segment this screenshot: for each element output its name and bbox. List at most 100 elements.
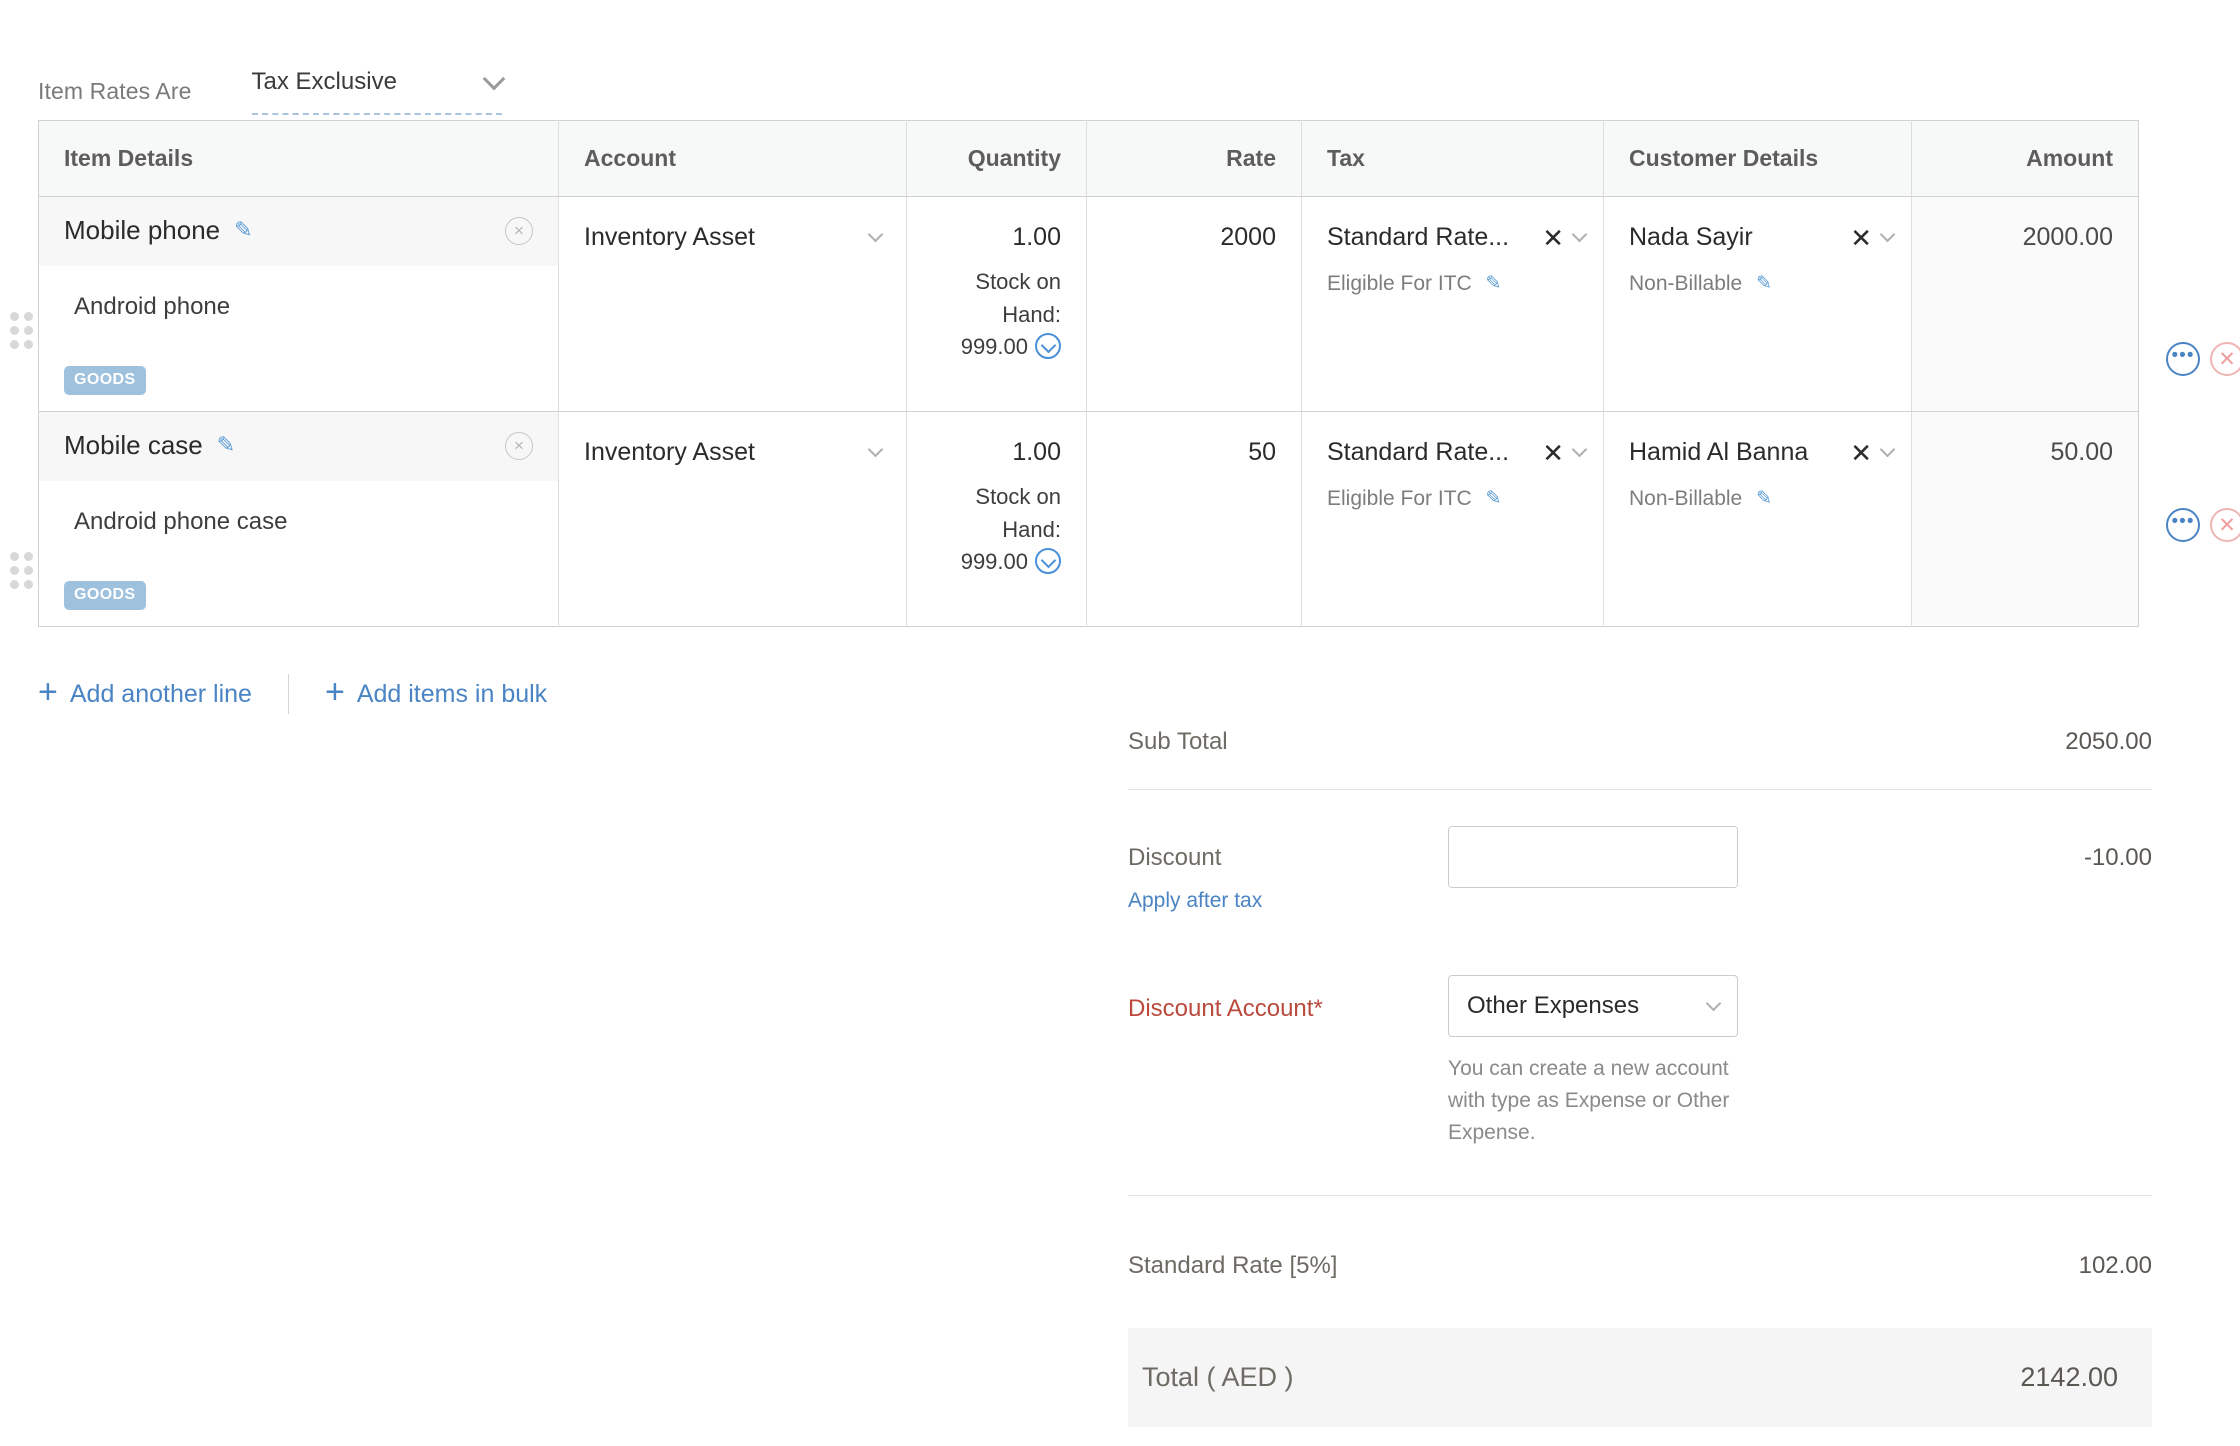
customer-value: Nada Sayir <box>1629 223 1844 252</box>
tax-field: Standard Rate... ✕ Eligible For ITC ✎ <box>1302 412 1603 511</box>
customer-select[interactable]: Hamid Al Banna ✕ <box>1629 438 1893 467</box>
tax-summary-label: Standard Rate [5%] <box>1128 1252 1337 1280</box>
item-name-field[interactable]: Mobile phone ✎ × <box>39 197 558 266</box>
edit-pencil-icon[interactable]: ✎ <box>234 217 252 243</box>
row-more-icon[interactable]: ••• <box>2166 508 2200 542</box>
discount-account-select[interactable]: Other Expenses <box>1448 975 1738 1037</box>
quantity-value: 1.00 <box>922 223 1061 252</box>
stock-value-line: 999.00 <box>922 546 1061 579</box>
chevron-down-icon <box>482 67 505 90</box>
apply-after-tax-link[interactable]: Apply after tax <box>1128 889 1448 913</box>
clear-tax-icon[interactable]: ✕ <box>1542 225 1564 251</box>
discount-account-group: Other Expenses You can create a new acco… <box>1448 975 1738 1149</box>
line-items-table-wrapper: ••• ✕ ••• ✕ Item Details Account Quantit… <box>38 120 2138 627</box>
drag-handle-row-1[interactable] <box>10 312 32 349</box>
item-name-field[interactable]: Mobile case ✎ × <box>39 412 558 481</box>
customer-subline[interactable]: Non-Billable ✎ <box>1629 272 1893 296</box>
stock-value-line: 999.00 <box>922 331 1061 364</box>
chevron-down-icon <box>1706 995 1722 1011</box>
edit-pencil-icon[interactable]: ✎ <box>1486 272 1502 295</box>
add-another-line-button[interactable]: + Add another line <box>38 677 252 711</box>
remove-item-icon[interactable]: × <box>505 217 533 245</box>
stock-label-line1: Stock on <box>922 266 1061 299</box>
edit-pencil-icon[interactable]: ✎ <box>1756 272 1772 295</box>
discount-input-group: AED <box>1448 826 1738 888</box>
cell-tax: Standard Rate... ✕ Eligible For ITC ✎ <box>1302 197 1604 412</box>
add-items-in-bulk-label: Add items in bulk <box>357 680 547 709</box>
rate-field[interactable]: 50 <box>1087 412 1301 467</box>
plus-icon: + <box>325 675 345 709</box>
cell-amount: 50.00 <box>1912 412 2139 627</box>
drag-handle-row-2[interactable] <box>10 552 32 589</box>
chevron-down-icon <box>868 227 884 243</box>
discount-row: Discount Apply after tax AED -10.00 <box>1128 826 2152 913</box>
customer-subline[interactable]: Non-Billable ✎ <box>1629 487 1893 511</box>
row-delete-icon[interactable]: ✕ <box>2210 342 2240 376</box>
discount-input[interactable] <box>1449 827 1738 887</box>
cell-quantity: 1.00 Stock on Hand: 999.00 <box>907 197 1087 412</box>
account-select[interactable]: Inventory Asset <box>559 412 906 467</box>
row-more-icon[interactable]: ••• <box>2166 342 2200 376</box>
remove-item-icon[interactable]: × <box>505 432 533 460</box>
stock-on-hand: Stock on Hand: 999.00 <box>922 266 1061 364</box>
tax-itc-label: Eligible For ITC <box>1327 272 1472 295</box>
customer-field: Hamid Al Banna ✕ Non-Billable ✎ <box>1604 412 1911 511</box>
rate-field[interactable]: 2000 <box>1087 197 1301 252</box>
cell-customer-details: Hamid Al Banna ✕ Non-Billable ✎ <box>1604 412 1912 627</box>
customer-select[interactable]: Nada Sayir ✕ <box>1629 223 1893 252</box>
clear-customer-icon[interactable]: ✕ <box>1850 440 1872 466</box>
tax-select[interactable]: Standard Rate... ✕ <box>1327 223 1585 252</box>
customer-value: Hamid Al Banna <box>1629 438 1844 467</box>
total-value: 2142.00 <box>2020 1362 2118 1393</box>
divider <box>1128 1195 2152 1196</box>
stock-expand-icon[interactable] <box>1035 548 1061 574</box>
add-items-in-bulk-button[interactable]: + Add items in bulk <box>325 677 547 711</box>
tax-select[interactable]: Standard Rate... ✕ <box>1327 438 1585 467</box>
tax-summary-row: Standard Rate [5%] 102.00 <box>1128 1252 2152 1280</box>
account-select[interactable]: Inventory Asset <box>559 197 906 252</box>
tax-subline[interactable]: Eligible For ITC ✎ <box>1327 272 1585 296</box>
amount-value: 50.00 <box>1912 412 2138 467</box>
line-items-table: Item Details Account Quantity Rate Tax C… <box>38 120 2139 627</box>
tax-field: Standard Rate... ✕ Eligible For ITC ✎ <box>1302 197 1603 296</box>
edit-pencil-icon[interactable]: ✎ <box>1756 487 1772 510</box>
item-rates-value: Tax Exclusive <box>252 68 486 96</box>
tax-subline[interactable]: Eligible For ITC ✎ <box>1327 487 1585 511</box>
quantity-field[interactable]: 1.00 Stock on Hand: 999.00 <box>907 197 1086 364</box>
tax-value: Standard Rate... <box>1327 438 1536 467</box>
summary-panel: Sub Total 2050.00 Discount Apply after t… <box>1128 728 2152 1427</box>
edit-pencil-icon[interactable]: ✎ <box>1486 487 1502 510</box>
total-row: Total ( AED ) 2142.00 <box>1128 1328 2152 1427</box>
item-rates-select[interactable]: Tax Exclusive <box>252 68 502 115</box>
account-value: Inventory Asset <box>584 438 870 467</box>
stock-value: 999.00 <box>961 334 1028 359</box>
tax-value: Standard Rate... <box>1327 223 1536 252</box>
edit-pencil-icon[interactable]: ✎ <box>217 432 235 458</box>
cell-customer-details: Nada Sayir ✕ Non-Billable ✎ <box>1604 197 1912 412</box>
billable-label: Non-Billable <box>1629 487 1742 510</box>
plus-icon: + <box>38 675 58 709</box>
clear-customer-icon[interactable]: ✕ <box>1850 225 1872 251</box>
header-quantity: Quantity <box>907 121 1087 197</box>
account-value: Inventory Asset <box>584 223 870 252</box>
chevron-down-icon <box>1880 227 1896 243</box>
stock-label-line2: Hand: <box>922 299 1061 332</box>
table-header-row: Item Details Account Quantity Rate Tax C… <box>39 121 2139 197</box>
discount-account-row: Discount Account* Other Expenses You can… <box>1128 975 2152 1149</box>
billable-label: Non-Billable <box>1629 272 1742 295</box>
customer-field: Nada Sayir ✕ Non-Billable ✎ <box>1604 197 1911 296</box>
discount-label-group: Discount Apply after tax <box>1128 826 1448 913</box>
cell-rate: 2000 <box>1087 197 1302 412</box>
cell-rate: 50 <box>1087 412 1302 627</box>
item-rates-bar: Item Rates Are Tax Exclusive <box>0 0 2240 120</box>
table-row: Mobile case ✎ × Android phone case GOODS… <box>39 412 2139 627</box>
chevron-down-icon <box>1880 442 1896 458</box>
quantity-field[interactable]: 1.00 Stock on Hand: 999.00 <box>907 412 1086 579</box>
stock-expand-icon[interactable] <box>1035 333 1061 359</box>
clear-tax-icon[interactable]: ✕ <box>1542 440 1564 466</box>
item-name: Mobile phone <box>64 215 220 246</box>
cell-item-details: Mobile phone ✎ × Android phone GOODS <box>39 197 559 412</box>
row-delete-icon[interactable]: ✕ <box>2210 508 2240 542</box>
item-name: Mobile case <box>64 430 203 461</box>
discount-amount-value: -10.00 <box>2084 826 2152 872</box>
